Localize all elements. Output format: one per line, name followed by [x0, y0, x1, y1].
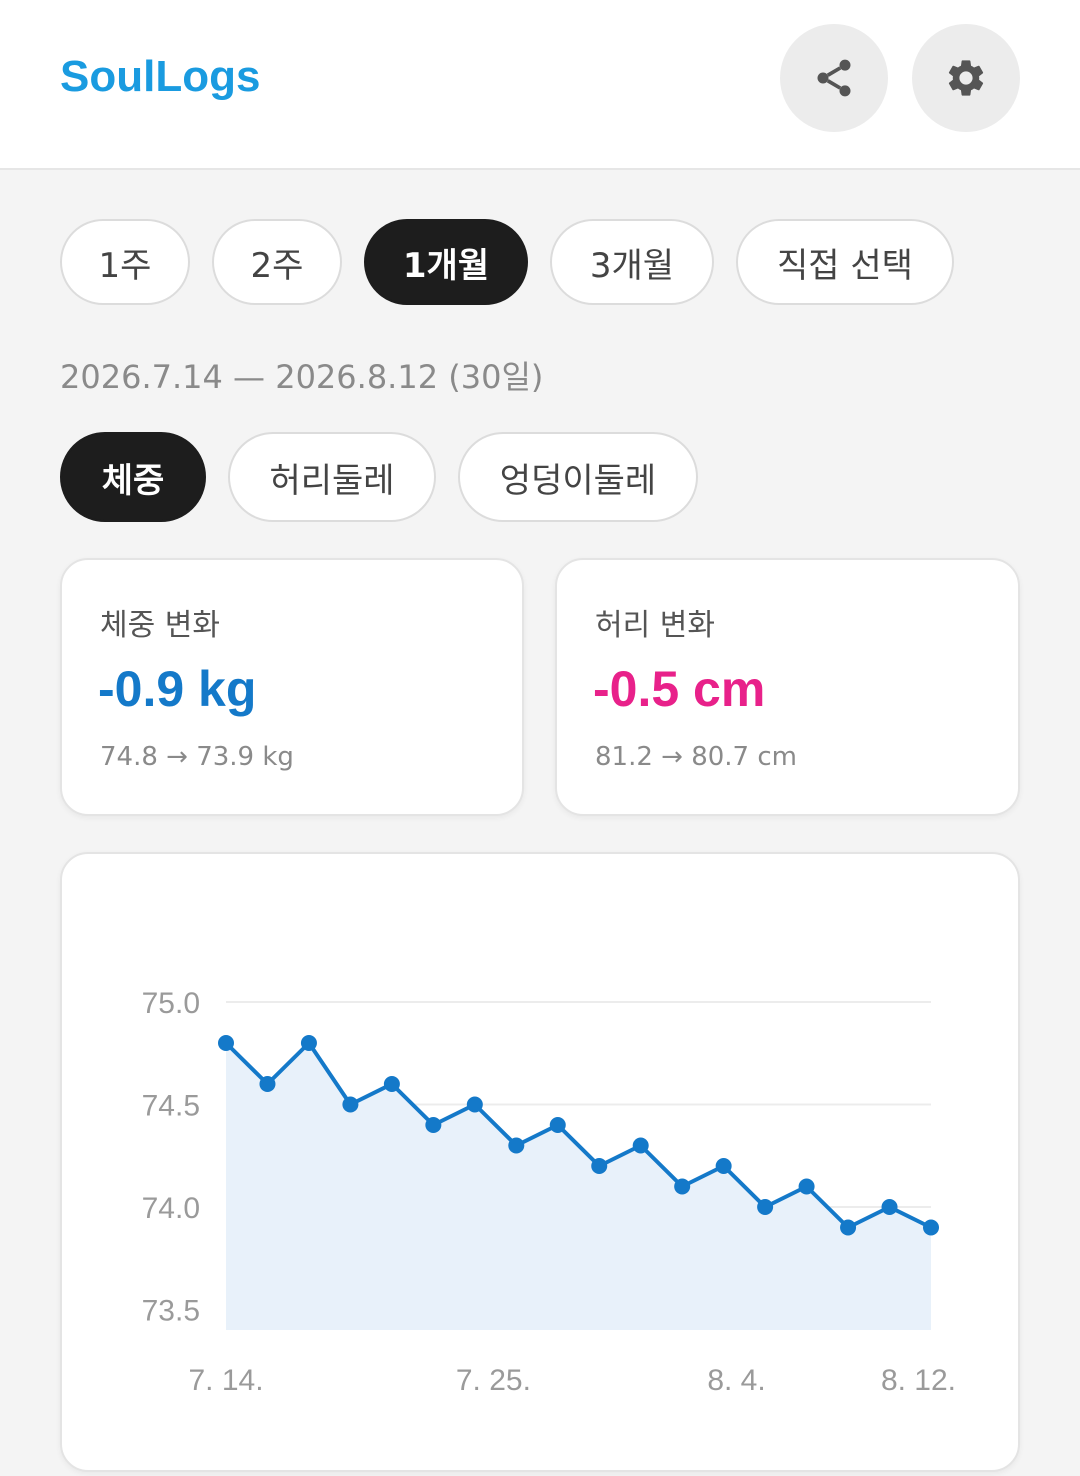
weight-change-detail: 74.8 → 73.9 kg: [100, 742, 294, 772]
period-tab-custom[interactable]: 직접 선택: [736, 219, 954, 305]
data-point: [881, 1199, 898, 1215]
x-tick-label: 7. 14.: [188, 1364, 263, 1397]
metric-tab-hip[interactable]: 엉덩이둘레: [458, 432, 698, 522]
data-point: [300, 1035, 317, 1051]
area-fill: [226, 1043, 931, 1330]
data-point: [466, 1096, 483, 1113]
period-tab-3m[interactable]: 3개월: [550, 219, 714, 305]
data-point: [798, 1178, 815, 1195]
weight-chart: 75.0 74.5 74.0 73.5 7. 14. 7. 25. 8. 4. 8. 12.: [142, 987, 956, 1397]
date-range: 2026.7.14 — 2026.8.12 (30일): [60, 358, 544, 396]
x-tick-label: 8. 4.: [707, 1364, 765, 1397]
waist-change-label: 허리 변화: [595, 608, 715, 643]
settings-button[interactable]: [912, 24, 1020, 132]
data-point: [715, 1158, 732, 1174]
data-point: [923, 1219, 939, 1236]
period-tab-2w[interactable]: 2주: [212, 219, 342, 305]
weight-change-value: -0.9 kg: [98, 661, 257, 717]
x-tick-label: 7. 25.: [456, 1364, 531, 1397]
share-icon: [817, 59, 851, 97]
weight-change-label: 체중 변화: [100, 608, 220, 643]
weight-chart-card: 75.0 74.5 74.0 73.5 7. 14. 7. 25. 8. 4. 8. 12.: [60, 852, 1020, 1472]
weight-change-card: 체중 변화 -0.9 kg 74.8 → 73.9 kg: [60, 558, 524, 816]
metric-tab-weight[interactable]: 체중: [60, 432, 206, 522]
y-tick-label: 73.5: [142, 1295, 200, 1328]
data-point: [840, 1219, 857, 1236]
data-point: [342, 1096, 359, 1113]
share-button[interactable]: [780, 24, 888, 132]
data-point: [425, 1117, 442, 1133]
gear-icon: [948, 60, 984, 96]
data-point: [674, 1178, 691, 1195]
metric-tab-waist[interactable]: 허리둘레: [228, 432, 436, 522]
data-point: [259, 1076, 276, 1092]
data-point: [632, 1137, 649, 1154]
y-tick-label: 74.0: [142, 1192, 200, 1225]
data-point: [383, 1076, 400, 1092]
app-title: SoulLogs: [60, 52, 261, 101]
data-point: [757, 1199, 774, 1215]
waist-change-card: 허리 변화 -0.5 cm 81.2 → 80.7 cm: [555, 558, 1020, 816]
data-point: [591, 1158, 608, 1174]
y-tick-label: 74.5: [142, 1090, 200, 1123]
x-tick-label: 8. 12.: [881, 1364, 956, 1397]
y-tick-label: 75.0: [142, 987, 200, 1020]
period-tab-1m[interactable]: 1개월: [364, 219, 528, 305]
waist-change-detail: 81.2 → 80.7 cm: [595, 742, 797, 772]
period-tab-1w[interactable]: 1주: [60, 219, 190, 305]
data-point: [508, 1137, 525, 1154]
data-point: [549, 1117, 566, 1133]
data-point: [218, 1035, 234, 1051]
app-header: SoulLogs: [0, 0, 1080, 170]
waist-change-value: -0.5 cm: [593, 661, 766, 717]
